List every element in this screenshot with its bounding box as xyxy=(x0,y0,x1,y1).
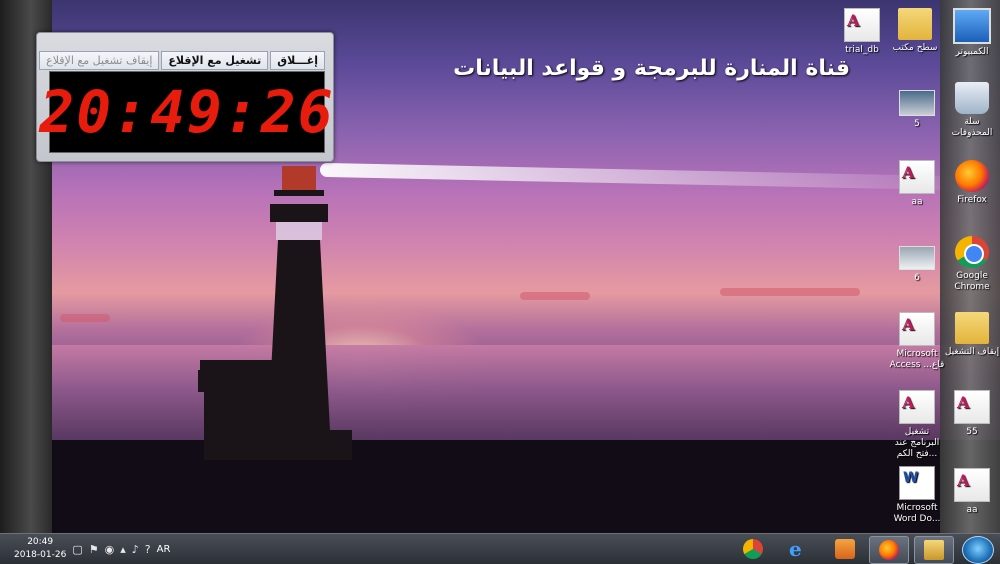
desktop-icon-word[interactable]: Microsoft Word Do... xyxy=(889,466,945,525)
lighthouse-image xyxy=(198,166,352,460)
computer-icon xyxy=(953,8,991,44)
access-file-icon xyxy=(844,8,880,42)
tray-date: 2018-01-26 xyxy=(14,550,67,560)
taskbar: 20:49 2018-01-26 ▢ ⚑ ◉ ▴ ♪ ? AR e xyxy=(0,533,1000,564)
action-center-icon[interactable]: ⚑ xyxy=(89,543,99,556)
desktop-icon-aa-2[interactable]: aa xyxy=(944,468,1000,516)
system-tray: 20:49 2018-01-26 ▢ ⚑ ◉ ▴ ♪ ? AR xyxy=(6,534,170,564)
firefox-icon xyxy=(955,160,989,192)
desktop-icon-access[interactable]: Microsoft Access ...قاع xyxy=(889,312,945,371)
desktop-icon-firefox[interactable]: Firefox xyxy=(944,160,1000,206)
desktop-icon-desktop-folder[interactable]: سطح مكتب xyxy=(887,8,943,54)
image-icon xyxy=(899,246,935,270)
desktop-icon-run-program[interactable]: تشغيل البرنامج عند فتح الكم... xyxy=(889,390,945,460)
desktop-icon-label: Firefox xyxy=(957,195,987,205)
access-file-icon xyxy=(899,160,935,194)
firefox-icon xyxy=(879,540,899,560)
clock-button-row: إغـــلاق تشغيل مع الإقلاع إيقاف تشغيل مع… xyxy=(39,51,325,70)
desktop-icon-label: trial_db xyxy=(845,45,879,55)
taskbar-app-chrome[interactable] xyxy=(734,536,772,562)
desktop-icon-chrome[interactable]: Google Chrome xyxy=(944,236,1000,293)
taskbar-app-internet-explorer[interactable]: e xyxy=(780,536,818,562)
stop-with-boot-button[interactable]: إيقاف تشغيل مع الإقلاع xyxy=(39,51,160,70)
recycle-bin-icon xyxy=(955,82,989,114)
desktop-icon-trial-db[interactable]: trial_db xyxy=(834,8,890,56)
desktop-icon-label: سلة المحذوفات xyxy=(951,117,993,138)
tray-time: 20:49 xyxy=(27,537,54,547)
desktop-icon-55[interactable]: 55 xyxy=(944,390,1000,438)
desktop-icon-aa[interactable]: aa xyxy=(889,160,945,208)
chrome-icon xyxy=(955,236,989,268)
taskbar-app-explorer[interactable] xyxy=(914,536,954,564)
channel-title: قناة المنارة للبرمجة و قواعد البيانات xyxy=(453,56,850,81)
desktop-icon-label: تشغيل البرنامج عند فتح الكم... xyxy=(894,427,940,459)
desktop-icon-label: سطح مكتب xyxy=(892,43,938,53)
image-icon xyxy=(899,90,935,116)
media-player-icon xyxy=(835,539,855,559)
clock-time: 20:49:26 xyxy=(39,78,335,146)
access-file-icon xyxy=(954,390,990,424)
desktop-icon-label: aa xyxy=(966,505,978,515)
desktop-icon-label: إيقاف التشغيل xyxy=(944,347,1000,357)
help-icon[interactable]: ? xyxy=(145,543,151,556)
access-file-icon xyxy=(899,312,935,346)
show-hidden-icons-icon[interactable]: ▴ xyxy=(120,543,126,556)
network-icon[interactable]: ◉ xyxy=(105,543,115,556)
taskbar-app-firefox[interactable] xyxy=(869,536,909,564)
close-button[interactable]: إغـــلاق xyxy=(270,51,325,70)
desktop-icon-5[interactable]: 5 xyxy=(889,90,945,130)
digital-clock-display: 20:49:26 xyxy=(39,71,333,153)
desktop-icon-label: Microsoft Word Do... xyxy=(893,503,941,524)
desktop-icon-label: الكمبيوتر xyxy=(955,47,989,57)
desktop-icon-label: 5 xyxy=(914,119,920,129)
desktop-icon-computer[interactable]: الكمبيوتر xyxy=(944,8,1000,58)
desktop-icon-label: aa xyxy=(911,197,923,207)
clock-window: إغـــلاق تشغيل مع الإقلاع إيقاف تشغيل مع… xyxy=(36,32,334,162)
start-with-boot-button[interactable]: تشغيل مع الإقلاع xyxy=(161,51,269,70)
folder-icon xyxy=(955,312,989,344)
desktop-icon-recycle-bin[interactable]: سلة المحذوفات xyxy=(944,82,1000,139)
ie-icon: e xyxy=(789,537,802,561)
desktop-icon-label: 55 xyxy=(966,427,978,437)
word-file-icon xyxy=(899,466,935,500)
desktop-icon-stop-run[interactable]: إيقاف التشغيل xyxy=(944,312,1000,358)
desktop-icon-6[interactable]: 6 xyxy=(889,246,945,284)
chrome-icon xyxy=(743,539,763,559)
language-indicator[interactable]: AR xyxy=(157,544,171,555)
taskbar-app-media-player[interactable] xyxy=(826,536,864,562)
folder-icon xyxy=(898,8,932,40)
tray-clock[interactable]: 20:49 2018-01-26 xyxy=(14,536,66,562)
desktop-icon-label: Microsoft Access ...قاع xyxy=(889,349,945,370)
access-file-icon xyxy=(954,468,990,502)
access-file-icon xyxy=(899,390,935,424)
speaker-icon[interactable]: ♪ xyxy=(132,543,139,556)
desktop-icon-label: Google Chrome xyxy=(954,271,990,292)
start-button[interactable] xyxy=(962,536,994,564)
monitor-icon[interactable]: ▢ xyxy=(72,543,82,556)
desktop-icon-label: 6 xyxy=(914,273,920,283)
folder-icon xyxy=(924,540,944,560)
